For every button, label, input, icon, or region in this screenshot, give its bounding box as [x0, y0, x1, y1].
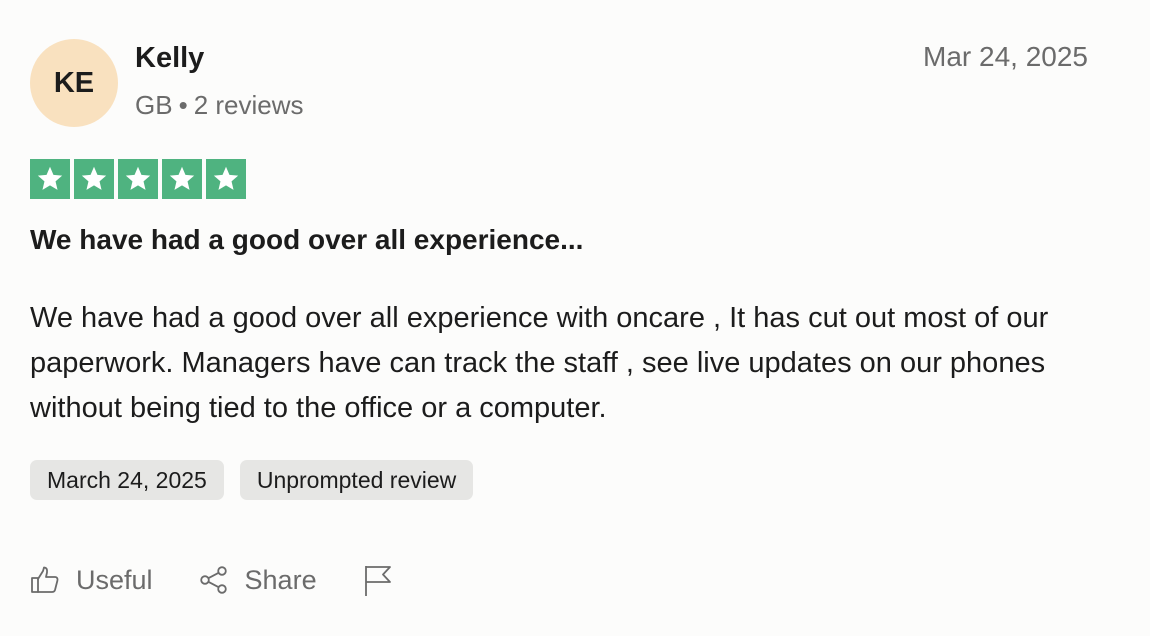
- star-icon: [118, 159, 158, 199]
- review-date: Mar 24, 2025: [923, 41, 1088, 72]
- useful-button[interactable]: Useful: [30, 565, 153, 596]
- experience-date-badge: March 24, 2025: [30, 460, 224, 500]
- share-label: Share: [244, 564, 317, 595]
- star-icon: [74, 159, 114, 199]
- review-type-badge[interactable]: Unprompted review: [239, 460, 474, 500]
- reviewer-review-count: 2 reviews: [193, 90, 304, 120]
- review-tags: March 24, 2025 Unprompted review: [30, 460, 474, 500]
- review-card: KE Kelly GB • 2 reviews Mar 24, 2025 We ha…: [0, 0, 1150, 636]
- review-title[interactable]: We have had a good over all experience..…: [30, 224, 583, 256]
- reviewer-name[interactable]: Kelly: [135, 42, 204, 75]
- useful-label: Useful: [76, 564, 153, 595]
- star-icon: [206, 159, 246, 199]
- review-body: We have had a good over all experience w…: [30, 302, 1049, 424]
- thumbs-up-icon: [31, 566, 59, 593]
- review-actions: Useful Share: [30, 560, 439, 600]
- star-rating: [30, 159, 246, 199]
- flag-icon: [364, 566, 391, 596]
- star-icon: [30, 159, 70, 199]
- reviewer-country: GB: [135, 90, 173, 120]
- share-button[interactable]: Share: [199, 565, 317, 596]
- meta-separator: •: [178, 90, 188, 120]
- share-icon: [199, 566, 227, 594]
- report-button[interactable]: [363, 563, 393, 597]
- star-icon: [162, 159, 202, 199]
- avatar[interactable]: KE: [30, 39, 118, 127]
- reviewer-meta: GB • 2 reviews: [135, 90, 304, 121]
